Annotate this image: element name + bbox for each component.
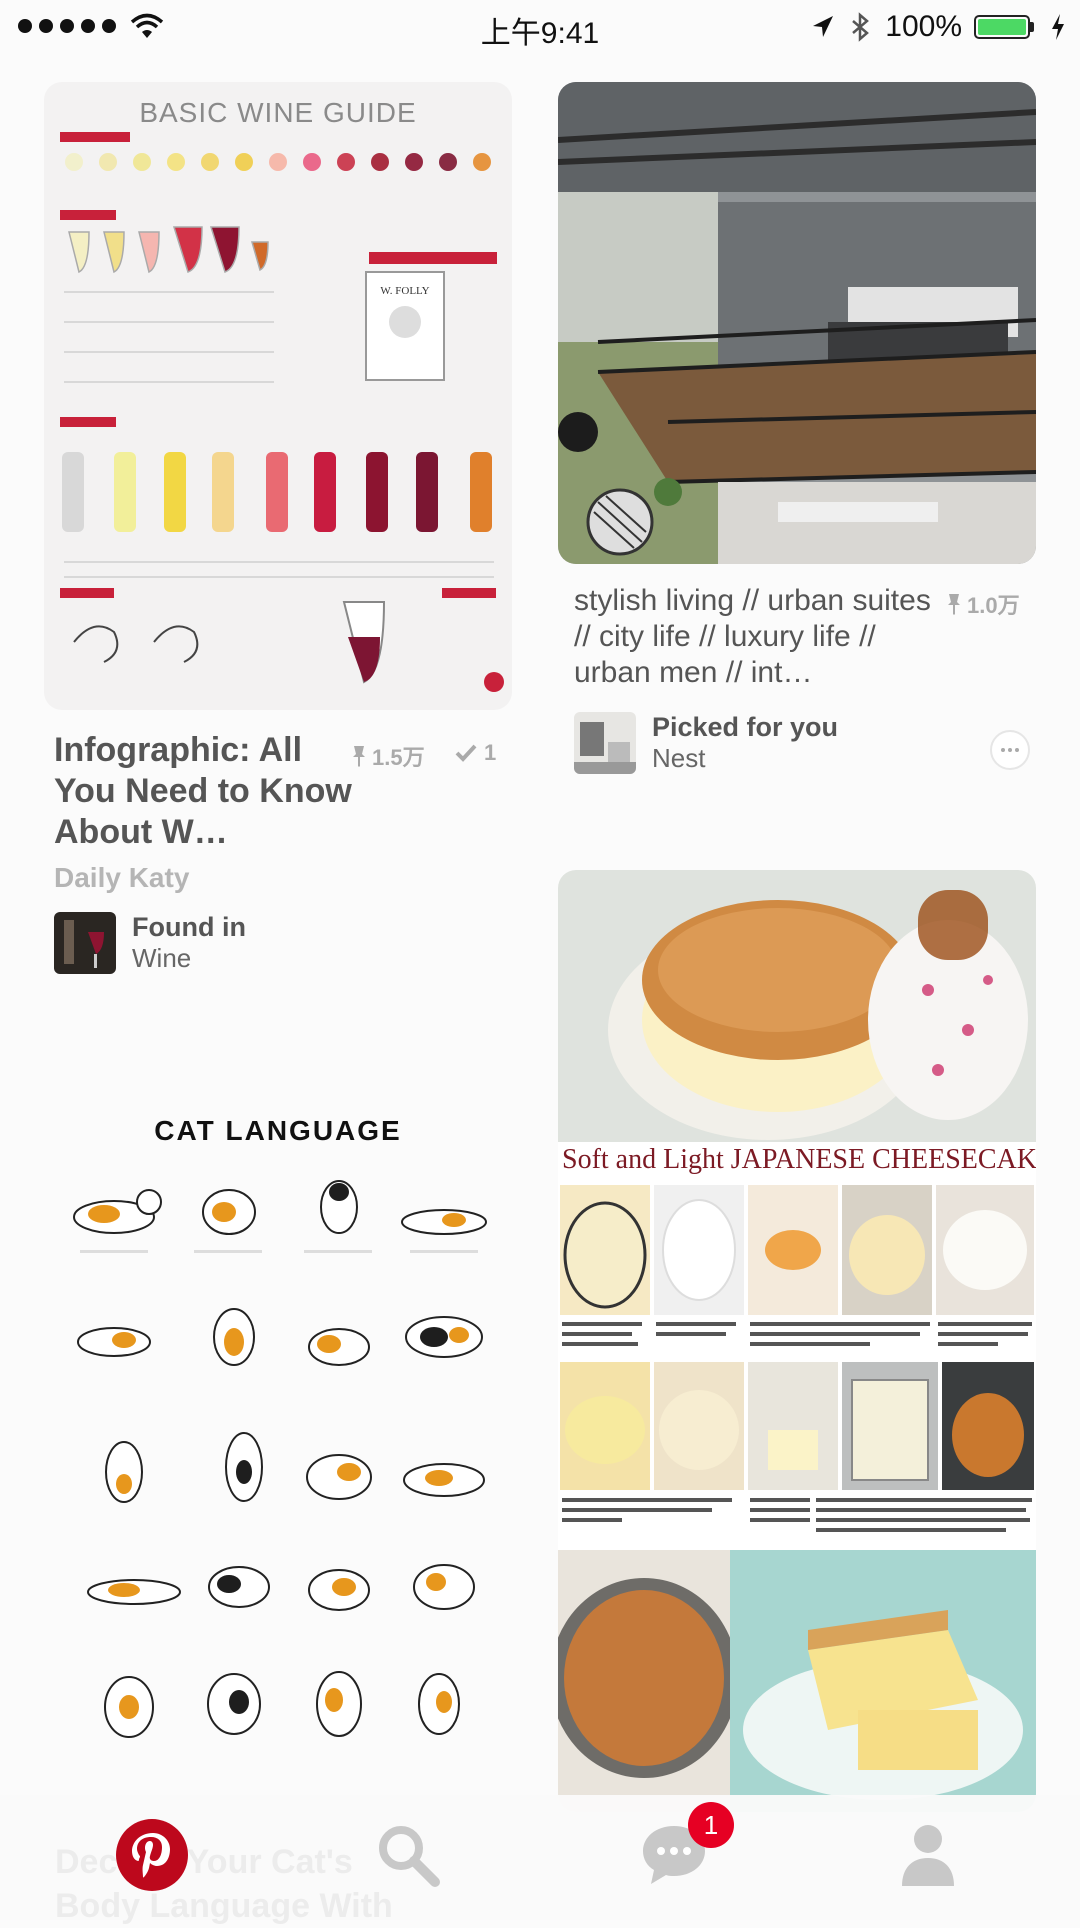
board-label: Picked for you	[652, 712, 839, 742]
pin-image-cheesecake[interactable]: Soft and Light JAPANESE CHEESECAKE	[558, 870, 1036, 1812]
tried-count-value: 1	[484, 740, 497, 765]
pin-image-loft[interactable]	[558, 82, 1036, 564]
bluetooth-icon	[852, 12, 870, 42]
pin-icon	[948, 594, 960, 615]
more-options-button[interactable]	[990, 730, 1030, 770]
pin-title-partial: Decode Your Cat's Body Language With	[55, 1843, 393, 1925]
board-name: Nest	[652, 743, 706, 773]
checkmark-icon	[455, 744, 477, 762]
battery-percent: 100%	[885, 10, 962, 43]
repin-count-value: 1.0万	[967, 593, 1020, 618]
board-info[interactable]: Found in Wine	[54, 912, 246, 974]
tab-search[interactable]	[368, 1815, 448, 1895]
cheesecake-heading: Soft and Light JAPANESE CHEESECAKE	[562, 1144, 1036, 1175]
cat-language-heading: CAT LANGUAGE	[154, 1115, 401, 1146]
cat-language-illustration: CAT LANGUAGE	[44, 1092, 512, 1812]
person-icon	[902, 1825, 954, 1886]
wine-guide-heading: BASIC WINE GUIDE	[139, 97, 416, 128]
pin-title[interactable]: stylish living // urban suites // city l…	[574, 583, 934, 691]
svg-text:W. FOLLY: W. FOLLY	[380, 285, 429, 297]
tab-profile[interactable]	[888, 1815, 968, 1895]
tab-home[interactable]	[112, 1815, 192, 1895]
messages-badge: 1	[688, 1802, 734, 1848]
board-name: Wine	[132, 943, 192, 973]
pin-title[interactable]: Infographic: All You Need to Know About …	[54, 730, 354, 853]
pinterest-logo-icon	[116, 1819, 188, 1891]
repin-count: 1.0万	[945, 588, 1020, 620]
loft-interior-photo	[558, 82, 1036, 564]
repin-count: 1.5万	[350, 740, 425, 772]
board-thumbnail	[54, 912, 116, 974]
wine-infographic-image: BASIC WINE GUIDE W. FOLLY	[44, 82, 512, 710]
repin-count-value: 1.5万	[372, 745, 425, 770]
tried-count: 1	[452, 740, 496, 766]
search-icon	[379, 1826, 440, 1887]
battery-icon	[974, 13, 1038, 41]
location-arrow-icon	[813, 16, 834, 37]
charging-bolt-icon	[1052, 14, 1064, 40]
pin-image-cat-language[interactable]: CAT LANGUAGE	[44, 1092, 512, 1812]
cheesecake-recipe-image: Soft and Light JAPANESE CHEESECAKE	[558, 870, 1036, 1812]
pin-image-wine-guide[interactable]: BASIC WINE GUIDE W. FOLLY	[44, 82, 512, 710]
board-info[interactable]: Picked for you Nest	[574, 712, 838, 774]
status-bar: 上午9:41 100%	[0, 0, 1080, 54]
board-thumbnail	[574, 712, 636, 774]
board-label: Found in	[132, 912, 246, 942]
pin-source[interactable]: Daily Katy	[54, 862, 189, 894]
pin-icon	[353, 746, 365, 767]
status-right: 100%	[809, 10, 1066, 44]
